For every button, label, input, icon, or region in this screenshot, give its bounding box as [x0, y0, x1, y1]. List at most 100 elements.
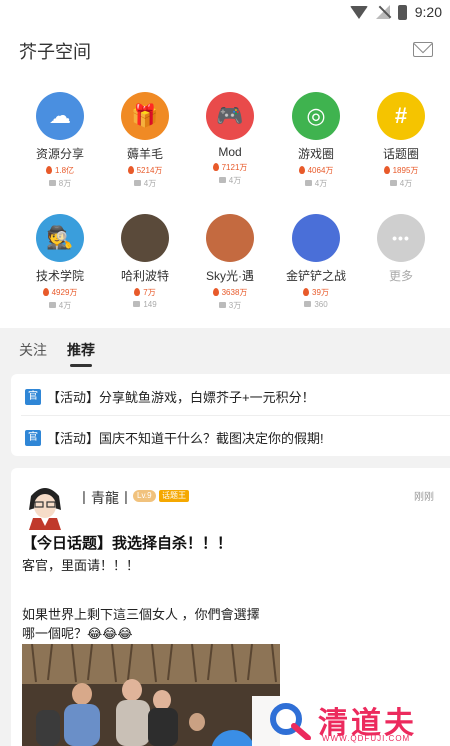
category-item[interactable]: 哈利波特 7万 149 [100, 214, 190, 309]
comment-icon [133, 180, 141, 186]
category-item[interactable]: ◎ 游戏圈 4064万 4万 [271, 92, 361, 189]
post-count-value: 360 [314, 300, 328, 309]
feed-tabs: 关注 推荐 [0, 328, 450, 370]
comment-icon [218, 302, 226, 308]
announcement-item[interactable]: 官 【活动】国庆不知道干什么？截图决定你的假期! [25, 428, 324, 447]
post-count-value: 3万 [228, 301, 242, 310]
category-item[interactable]: ••• 更多 [356, 214, 446, 284]
gamepad-icon: 🎮 [206, 92, 254, 140]
category-post-count: 149 [100, 300, 190, 309]
heat-value: 7万 [143, 288, 156, 297]
heat-value: 39万 [312, 288, 329, 297]
category-name: 薅羊毛 [126, 147, 163, 161]
heat-value: 7121万 [221, 163, 248, 172]
user-tag-icon: # [377, 92, 425, 140]
post-count-value: 4万 [228, 176, 242, 185]
status-time: 9:20 [414, 4, 442, 20]
category-name: 话题圈 [382, 147, 419, 161]
category-item[interactable]: # 话题圈 1895万 4万 [356, 92, 446, 189]
category-name: Sky光·遇 [205, 269, 254, 283]
comment-icon [304, 180, 312, 186]
category-heat: 1.8亿 [15, 165, 105, 176]
flame-icon [383, 166, 390, 174]
heat-value: 1.8亿 [54, 166, 75, 175]
topic-king-badge: 话题王 [159, 490, 189, 502]
heat-value: 4064万 [307, 166, 334, 175]
category-heat: 1895万 [356, 165, 446, 176]
category-heat: 5214万 [100, 165, 190, 176]
category-post-count: 4万 [100, 178, 190, 189]
post-count-value: 149 [143, 300, 157, 309]
flame-icon [212, 288, 219, 296]
announcement-text: 【活动】分享鱿鱼游戏，白嫖芥子+一元积分！ [47, 390, 315, 405]
wifi-icon [349, 5, 368, 19]
post-count-value: 4万 [143, 179, 157, 188]
divider [21, 415, 450, 416]
post-count-value: 8万 [58, 179, 72, 188]
post-body-line: 如果世界上剩下這三個女人 ，你們會選擇 [22, 607, 260, 622]
category-name: 更多 [388, 269, 413, 283]
battery-icon [397, 4, 407, 20]
announcement-card: 官 【活动】分享鱿鱼游戏，白嫖芥子+一元积分！ 官 【活动】国庆不知道干什么？截… [11, 374, 450, 456]
tab-recommend[interactable]: 推荐 [67, 340, 95, 360]
category-name: 资源分享 [35, 147, 84, 161]
page-title: 芥子空间 [19, 42, 91, 62]
comment-icon [133, 301, 141, 307]
watermark: 清道夫 WWW.QDFUJI.COM [252, 696, 450, 746]
avatar[interactable] [23, 480, 67, 530]
flame-icon [45, 166, 52, 174]
official-badge: 官 [25, 388, 41, 405]
category-post-count: 4万 [185, 175, 275, 186]
category-post-count: 4万 [356, 178, 446, 189]
flame-icon [42, 288, 49, 296]
harry-potter-avatar [121, 214, 169, 262]
comment-icon [48, 302, 56, 308]
category-post-count: 360 [271, 300, 361, 309]
category-item[interactable]: 🕵 技术学院 4929万 4万 [15, 214, 105, 311]
category-name: 游戏圈 [297, 147, 334, 161]
category-heat: 39万 [271, 287, 361, 298]
category-name: 哈利波特 [120, 269, 169, 283]
category-post-count: 3万 [185, 300, 275, 311]
cloud-upload-icon: ☁ [36, 92, 84, 140]
watermark-logo-icon [270, 703, 311, 740]
post-count-value: 4万 [399, 179, 413, 188]
level-badge: Lv.9 [133, 490, 156, 502]
announcement-item[interactable]: 官 【活动】分享鱿鱼游戏，白嫖芥子+一元积分！ [25, 387, 315, 406]
post-title[interactable]: 【今日话题】我选择自杀！！！ [22, 532, 232, 553]
post-username[interactable]: 丨青龍丨 [77, 488, 133, 508]
category-item[interactable]: ☁ 资源分享 1.8亿 8万 [15, 92, 105, 189]
watermark-url: WWW.QDFUJI.COM [322, 734, 411, 743]
active-tab-indicator [70, 364, 92, 367]
post-body-line: 客官，里面请！！！ [22, 558, 140, 573]
category-item[interactable]: 🎮 Mod 7121万 4万 [185, 92, 275, 186]
category-name: 技术学院 [35, 269, 84, 283]
announcement-text: 【活动】国庆不知道干什么？截图决定你的假期! [47, 431, 324, 446]
status-bar: 9:20 [0, 0, 450, 28]
category-heat: 7万 [100, 287, 190, 298]
post-count-value: 4万 [314, 179, 328, 188]
flame-icon [127, 166, 134, 174]
category-item[interactable]: 🎁 薅羊毛 5214万 4万 [100, 92, 190, 189]
sky-avatar [206, 214, 254, 262]
category-post-count: 4万 [15, 300, 105, 311]
post-time: 刚刚 [414, 492, 434, 503]
more-icon: ••• [377, 214, 425, 262]
heat-value: 3638万 [221, 288, 248, 297]
category-name: 金铲铲之战 [285, 269, 346, 283]
comment-icon [304, 301, 312, 307]
spy-icon: 🕵 [36, 214, 84, 262]
category-item[interactable]: Sky光·遇 3638万 3万 [185, 214, 275, 311]
category-grid: ☁ 资源分享 1.8亿 8万 🎁 薅羊毛 5214万 4万 🎮 Mod 7121万 4万 ◎ 游戏圈 406… [0, 72, 450, 328]
comment-icon [48, 180, 56, 186]
tab-follow[interactable]: 关注 [19, 340, 47, 360]
heat-value: 1895万 [392, 166, 419, 175]
category-item[interactable]: 金铲铲之战 39万 360 [271, 214, 361, 309]
category-name: Mod [218, 145, 242, 159]
mail-icon[interactable] [413, 42, 433, 57]
top-header: 芥子空间 [0, 28, 450, 72]
comment-icon [389, 180, 397, 186]
gift-icon: 🎁 [121, 92, 169, 140]
category-heat: 4929万 [15, 287, 105, 298]
comment-icon [218, 177, 226, 183]
